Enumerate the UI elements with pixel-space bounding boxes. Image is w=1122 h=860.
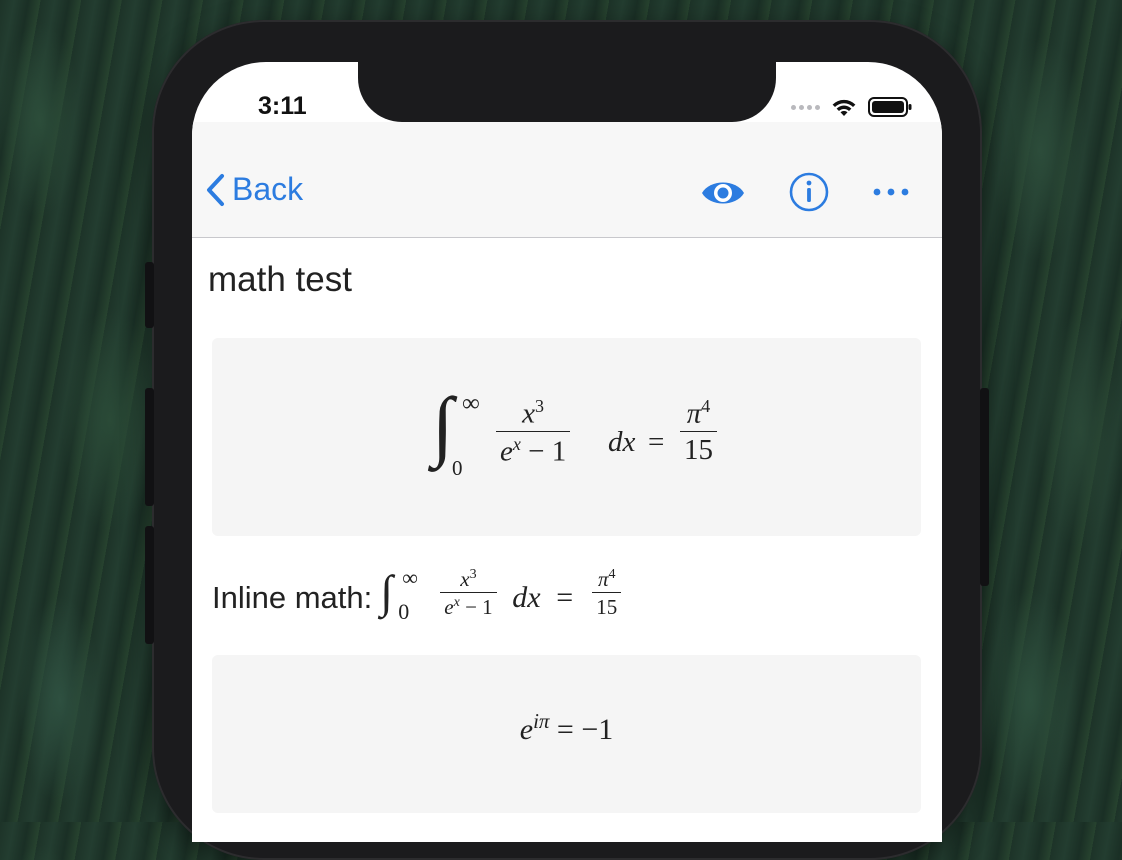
equals-sign: = [648,426,665,458]
denominator-tail: − 1 [520,435,567,468]
integral-upper: ∞ [462,390,480,417]
math-block: eiπ = −1 [212,655,921,813]
denominator-base: e [500,435,513,468]
rhs-exponent: 4 [701,396,711,416]
phone-side-button [145,262,154,328]
notch [358,62,776,122]
euler-equation: eiπ = −1 [212,709,921,747]
eye-icon [702,182,744,204]
phone-side-button [980,388,989,586]
rhs-base: π [686,397,702,430]
back-button-label: Back [232,171,304,207]
info-button[interactable] [788,170,830,219]
note-title: math test [208,260,352,299]
integral-equation: ∫ ∞ 0 x3 ex − 1 dx = π4 15 [432,381,732,486]
more-icon [873,188,909,196]
integral-lower: 0 [398,599,410,624]
integral-sign: ∫ [432,381,454,468]
euler-exponent: iπ [533,709,550,733]
phone-screen: 3:11 Back math test ∫ ∞ 0 x3 ex − 1 dx =… [192,62,942,842]
inline-equation: ∫ ∞ 0 x3 ex − 1 dx = π4 15 [380,563,650,633]
differential: dx [608,426,636,458]
integral-upper: ∞ [402,565,418,590]
integral-lower: 0 [452,456,463,480]
preview-button[interactable] [700,170,746,221]
integral-sign: ∫ [380,566,393,617]
fraction: x3 ex − 1 [440,567,497,620]
status-indicators [791,96,912,118]
chevron-left-icon [207,173,224,206]
more-button[interactable] [872,170,912,219]
battery-icon [868,97,912,117]
rhs-denominator: 15 [680,430,717,467]
back-button[interactable]: Back [206,171,303,208]
phone-side-button [145,526,154,644]
numerator-exponent: 3 [535,396,545,416]
fraction: x3 ex − 1 [496,396,571,468]
signal-icon [791,104,820,110]
euler-base: e [519,713,534,746]
numerator-base: x [522,397,536,430]
inline-label: Inline math: [212,580,373,615]
denominator-exponent: x [512,433,521,454]
inline-math-line: Inline math: ∫ ∞ 0 x3 ex − 1 dx = π4 15 [212,563,650,633]
status-time: 3:11 [258,92,307,120]
rhs-fraction: π4 15 [592,567,622,620]
equals-sign: = [556,581,574,614]
euler-rhs: = −1 [556,713,614,746]
phone-side-button [145,388,154,506]
math-block: ∫ ∞ 0 x3 ex − 1 dx = π4 15 [212,338,921,536]
rhs-fraction: π4 15 [680,396,717,467]
wifi-icon [832,99,856,116]
differential: dx [512,581,541,614]
info-icon [789,172,829,212]
